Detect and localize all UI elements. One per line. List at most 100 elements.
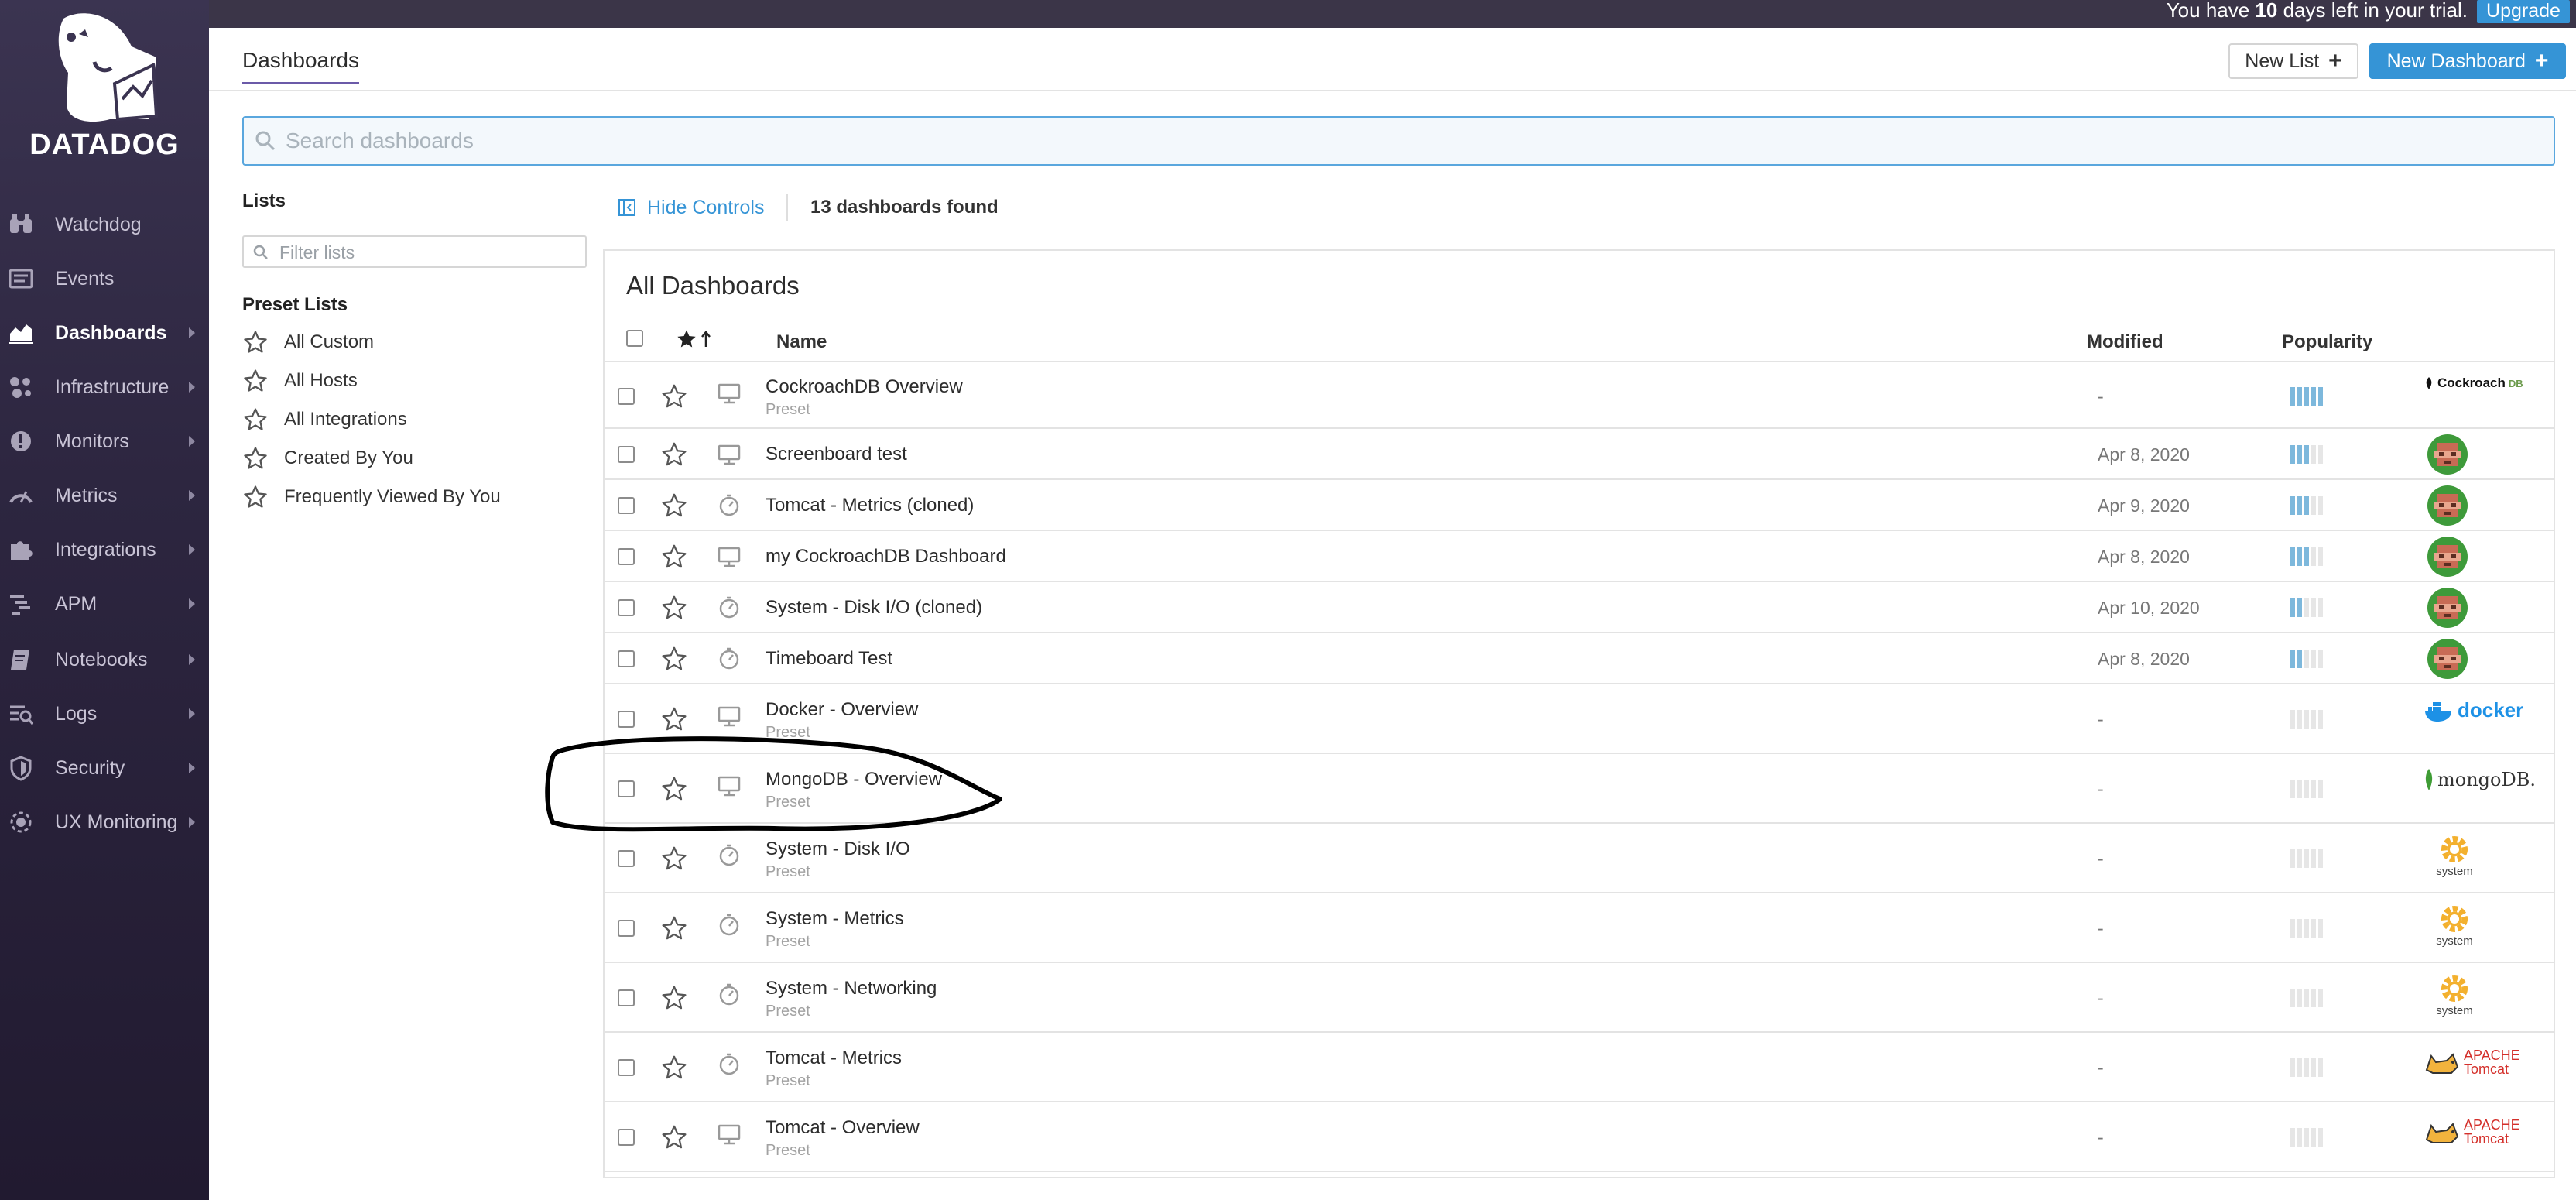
table-row[interactable]: Tomcat - Metrics (cloned) Apr 9, 2020 [605,480,2554,531]
search-input[interactable] [286,124,2530,158]
datadog-logo[interactable]: DATADOG [0,0,209,170]
sort-by-favorite-button[interactable] [676,328,711,350]
favorite-star-icon[interactable] [660,705,688,733]
sidebar-item-dashboards[interactable]: Dashboards [0,306,209,360]
favorite-star-icon[interactable] [660,775,688,803]
table-row[interactable]: System - Disk I/O (cloned) Apr 10, 2020 [605,582,2554,633]
table-row[interactable]: CockroachDB Overview Preset - Cockroach DB [605,364,2554,429]
row-checkbox[interactable] [618,548,635,565]
table-row[interactable]: System - Metrics Preset - system [605,893,2554,963]
dashboard-name-link[interactable]: Docker - Overview [766,699,918,721]
filter-lists-box[interactable] [242,235,587,268]
row-checkbox[interactable] [618,1129,635,1146]
preset-list-item[interactable]: All Integrations [242,404,407,435]
page-title[interactable]: Dashboards [242,48,359,84]
sidebar-item-security[interactable]: Security [0,741,209,795]
favorite-star-icon[interactable] [660,984,688,1012]
dashboard-name-link[interactable]: System - Disk I/O (cloned) [766,597,982,619]
row-checkbox[interactable] [618,989,635,1006]
dashboard-name-link[interactable]: MongoDB - Overview [766,769,942,790]
favorite-star-icon[interactable] [660,492,688,519]
sidebar-item-ux-monitoring[interactable]: UX Monitoring [0,795,209,849]
row-checkbox[interactable] [618,1059,635,1076]
favorite-star-icon[interactable] [660,914,688,942]
preset-list-item[interactable]: All Hosts [242,365,358,396]
preset-list-item[interactable]: All Custom [242,327,374,358]
sidebar-item-apm[interactable]: APM [0,577,209,631]
favorite-star-icon[interactable] [660,1123,688,1151]
modified-date: Apr 8, 2020 [2098,547,2190,567]
sidebar-item-monitors[interactable]: Monitors [0,414,209,468]
table-row[interactable]: Timeboard Test Apr 8, 2020 [605,633,2554,684]
sidebar-item-label: Dashboards [55,321,167,344]
column-popularity[interactable]: Popularity [2282,331,2372,353]
row-checkbox[interactable] [618,850,635,867]
owner-logo: system [2424,832,2485,878]
sidebar-item-metrics[interactable]: Metrics [0,468,209,523]
table-row[interactable]: MongoDB - Overview Preset - mongoDB. [605,754,2554,824]
upgrade-button[interactable]: Upgrade [2477,0,2570,23]
row-checkbox[interactable] [618,650,635,667]
popularity-bar [2318,1058,2323,1077]
favorite-star-icon[interactable] [660,1054,688,1082]
popularity-meter [2290,598,2326,617]
favorite-star-icon[interactable] [660,543,688,571]
dashboard-name-link[interactable]: my CockroachDB Dashboard [766,546,1006,567]
popularity-bar [2304,849,2309,868]
table-row[interactable]: Docker - Overview Preset - docker [605,684,2554,754]
favorite-star-icon[interactable] [660,645,688,673]
select-all-checkbox[interactable] [626,330,643,347]
table-row[interactable]: System - Networking Preset - system [605,963,2554,1033]
sidebar-item-integrations[interactable]: Integrations [0,523,209,577]
popularity-meter [2290,445,2326,464]
new-list-button[interactable]: New List + [2228,43,2358,79]
table-row[interactable]: Tomcat - Metrics Preset - APACHE Tomcat [605,1033,2554,1102]
favorite-star-icon[interactable] [660,594,688,622]
table-row[interactable]: Tomcat - Overview Preset - APACHE Tomcat [605,1102,2554,1172]
sidebar-item-notebooks[interactable]: Notebooks [0,633,209,687]
popularity-meter [2290,849,2326,868]
dashboard-name-link[interactable]: Screenboard test [766,444,907,465]
row-checkbox[interactable] [618,599,635,616]
sidebar-item-infrastructure[interactable]: Infrastructure [0,360,209,414]
dashboard-name-link[interactable]: Tomcat - Metrics [766,1047,902,1069]
column-name[interactable]: Name [776,331,827,353]
dashboard-name-link[interactable]: System - Metrics [766,908,904,930]
table-header: Name Modified Popularity [605,319,2554,362]
search-box[interactable] [242,116,2555,166]
row-checkbox[interactable] [618,497,635,514]
column-modified[interactable]: Modified [2087,331,2163,353]
table-row[interactable]: Screenboard test Apr 8, 2020 [605,429,2554,480]
logs-icon [8,701,34,727]
row-checkbox[interactable] [618,388,635,405]
filter-lists-input[interactable] [279,240,581,265]
sidebar-item-logs[interactable]: Logs [0,687,209,741]
favorite-star-icon[interactable] [660,382,688,410]
sidebar-item-events[interactable]: Events [0,252,209,306]
new-dashboard-button[interactable]: New Dashboard + [2369,43,2566,79]
dashboard-name-link[interactable]: Timeboard Test [766,648,892,670]
preset-list-item[interactable]: Created By You [242,443,413,474]
popularity-meter [2290,496,2326,515]
table-row[interactable]: my CockroachDB Dashboard Apr 8, 2020 [605,531,2554,582]
table-row[interactable]: System - Disk I/O Preset - system [605,824,2554,893]
row-checkbox[interactable] [618,711,635,728]
hide-controls-button[interactable]: Hide Controls [618,194,764,221]
preset-list-item[interactable]: Frequently Viewed By You [242,482,501,513]
favorite-star-icon[interactable] [660,441,688,468]
dashboard-name-link[interactable]: Tomcat - Overview [766,1117,920,1139]
sidebar-item-label: Metrics [55,484,118,506]
row-checkbox[interactable] [618,780,635,797]
dashboard-name-link[interactable]: System - Disk I/O [766,838,910,860]
sort-up-arrow-icon [701,331,711,347]
dashboard-name-link[interactable]: System - Networking [766,978,937,999]
row-checkbox[interactable] [618,920,635,937]
dashboard-name-link[interactable]: CockroachDB Overview [766,376,963,398]
sidebar-item-watchdog[interactable]: Watchdog [0,197,209,252]
caret-right-icon [189,436,195,447]
dashboard-name-link[interactable]: Tomcat - Metrics (cloned) [766,495,974,516]
caret-right-icon [189,817,195,828]
binoculars-icon [8,211,34,238]
row-checkbox[interactable] [618,446,635,463]
favorite-star-icon[interactable] [660,845,688,873]
